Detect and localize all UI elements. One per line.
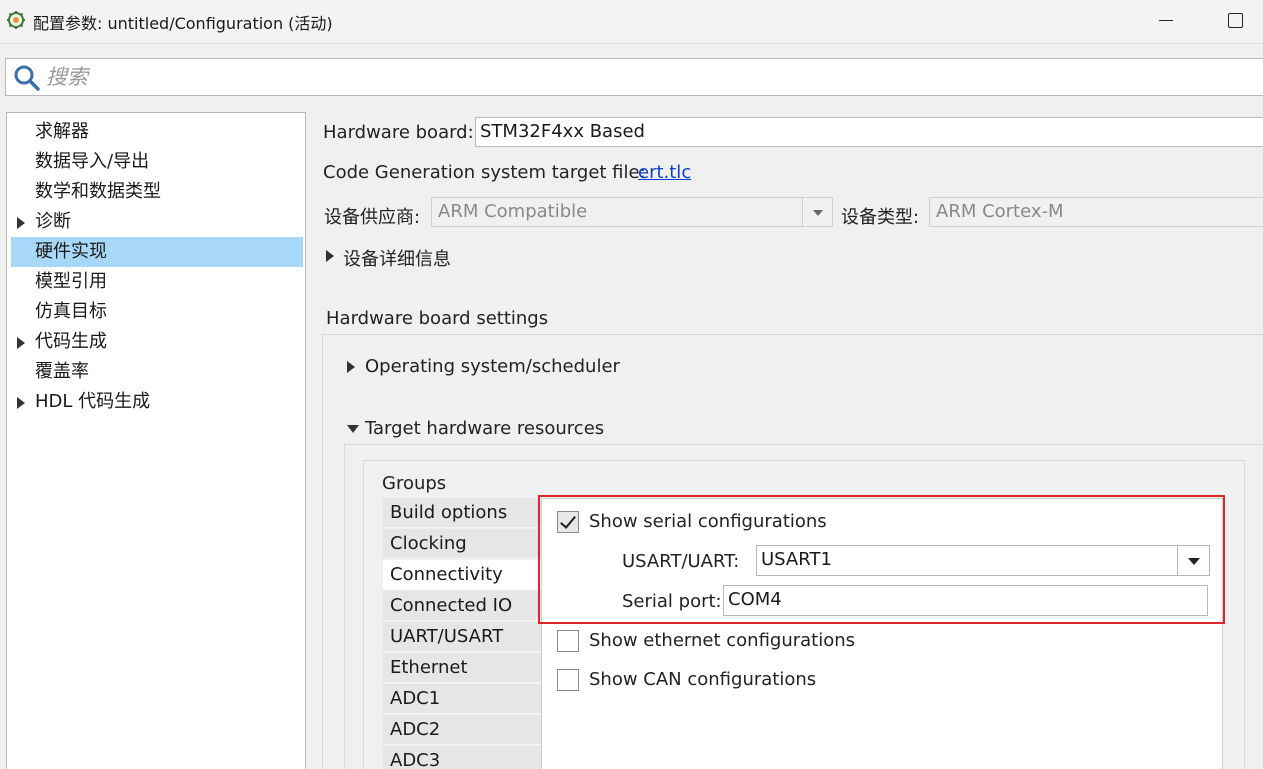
minimize-button[interactable] <box>1146 6 1186 36</box>
sidebar-item-label: 数据导入/导出 <box>35 151 150 172</box>
window-title: 配置参数: untitled/Configuration (活动) <box>33 14 333 33</box>
device-details-expander[interactable]: 设备详细信息 <box>343 245 451 271</box>
sidebar-item-label: 求解器 <box>35 121 89 142</box>
codegen-target-link[interactable]: ert.tlc <box>638 162 691 183</box>
expand-caret-icon[interactable] <box>17 397 25 409</box>
sidebar-item-label: 代码生成 <box>35 331 107 352</box>
collapse-caret-icon[interactable] <box>347 425 359 433</box>
group-tab-adc3[interactable]: ADC3 <box>383 746 542 769</box>
sidebar-item-math-data-types[interactable]: 数学和数据类型 <box>11 177 303 207</box>
hardware-board-label: Hardware board: <box>323 122 474 143</box>
title-bar: 配置参数: untitled/Configuration (活动) <box>0 0 1263 44</box>
chevron-down-icon <box>802 198 832 226</box>
sidebar-item-label: 数学和数据类型 <box>35 181 161 202</box>
expand-caret-icon[interactable] <box>17 217 25 229</box>
device-type-label: 设备类型: <box>841 207 920 228</box>
category-tree: 求解器 数据导入/导出 数学和数据类型 诊断 硬件实现 模型引用 仿真目标 代码… <box>6 112 306 769</box>
show-ethernet-checkbox[interactable] <box>557 630 579 652</box>
group-tab-connected-io[interactable]: Connected IO <box>383 591 542 621</box>
device-type-value: ARM Cortex-M <box>936 201 1064 222</box>
group-tab-connectivity[interactable]: Connectivity <box>383 560 542 590</box>
os-scheduler-expander[interactable]: Operating system/scheduler <box>365 356 620 377</box>
device-vendor-value: ARM Compatible <box>438 201 588 222</box>
sidebar-item-code-generation[interactable]: 代码生成 <box>11 327 303 357</box>
board-settings-title: Hardware board settings <box>326 308 549 329</box>
group-tab-ethernet[interactable]: Ethernet <box>383 653 542 683</box>
search-bar <box>5 58 1263 96</box>
device-vendor-select[interactable]: ARM Compatible <box>431 197 833 227</box>
sidebar-item-coverage[interactable]: 覆盖率 <box>11 357 303 387</box>
show-ethernet-label: Show ethernet configurations <box>589 630 856 651</box>
group-tab-adc1[interactable]: ADC1 <box>383 684 542 714</box>
sidebar-item-label: 模型引用 <box>35 271 107 292</box>
sidebar-item-label: 硬件实现 <box>35 241 107 262</box>
hardware-board-select[interactable]: STM32F4xx Based <box>475 117 1263 147</box>
sidebar-item-simulation-target[interactable]: 仿真目标 <box>11 297 303 327</box>
expand-caret-icon[interactable] <box>326 250 334 262</box>
sidebar-item-data-import-export[interactable]: 数据导入/导出 <box>11 147 303 177</box>
group-tab-build-options[interactable]: Build options <box>383 498 542 528</box>
highlight-box <box>538 495 1225 624</box>
target-resources-expander[interactable]: Target hardware resources <box>365 418 604 439</box>
show-can-checkbox[interactable] <box>557 669 579 691</box>
show-can-label: Show CAN configurations <box>589 669 817 690</box>
expand-caret-icon[interactable] <box>347 361 355 373</box>
groups-label: Groups <box>382 473 447 494</box>
gear-cube-icon <box>7 11 25 29</box>
maximize-button[interactable] <box>1215 6 1255 36</box>
expand-caret-icon[interactable] <box>17 337 25 349</box>
sidebar-item-label: 仿真目标 <box>35 301 107 322</box>
sidebar-item-solver[interactable]: 求解器 <box>11 117 303 147</box>
sidebar-item-hdl-code-generation[interactable]: HDL 代码生成 <box>11 387 303 417</box>
device-vendor-label: 设备供应商: <box>324 207 421 228</box>
group-tab-uart-usart[interactable]: UART/USART <box>383 622 542 652</box>
sidebar-item-hardware-implementation[interactable]: 硬件实现 <box>11 237 303 267</box>
sidebar-item-diagnostics[interactable]: 诊断 <box>11 207 303 237</box>
sidebar-item-label: HDL 代码生成 <box>35 391 151 412</box>
sidebar-item-label: 覆盖率 <box>35 361 89 382</box>
codegen-target-label: Code Generation system target file: <box>323 162 646 183</box>
device-type-select[interactable]: ARM Cortex-M <box>929 197 1263 227</box>
search-icon <box>14 65 40 91</box>
sidebar-item-model-referencing[interactable]: 模型引用 <box>11 267 303 297</box>
group-tab-adc2[interactable]: ADC2 <box>383 715 542 745</box>
group-tab-clocking[interactable]: Clocking <box>383 529 542 559</box>
search-input[interactable] <box>46 61 1246 93</box>
sidebar-item-label: 诊断 <box>35 211 71 232</box>
